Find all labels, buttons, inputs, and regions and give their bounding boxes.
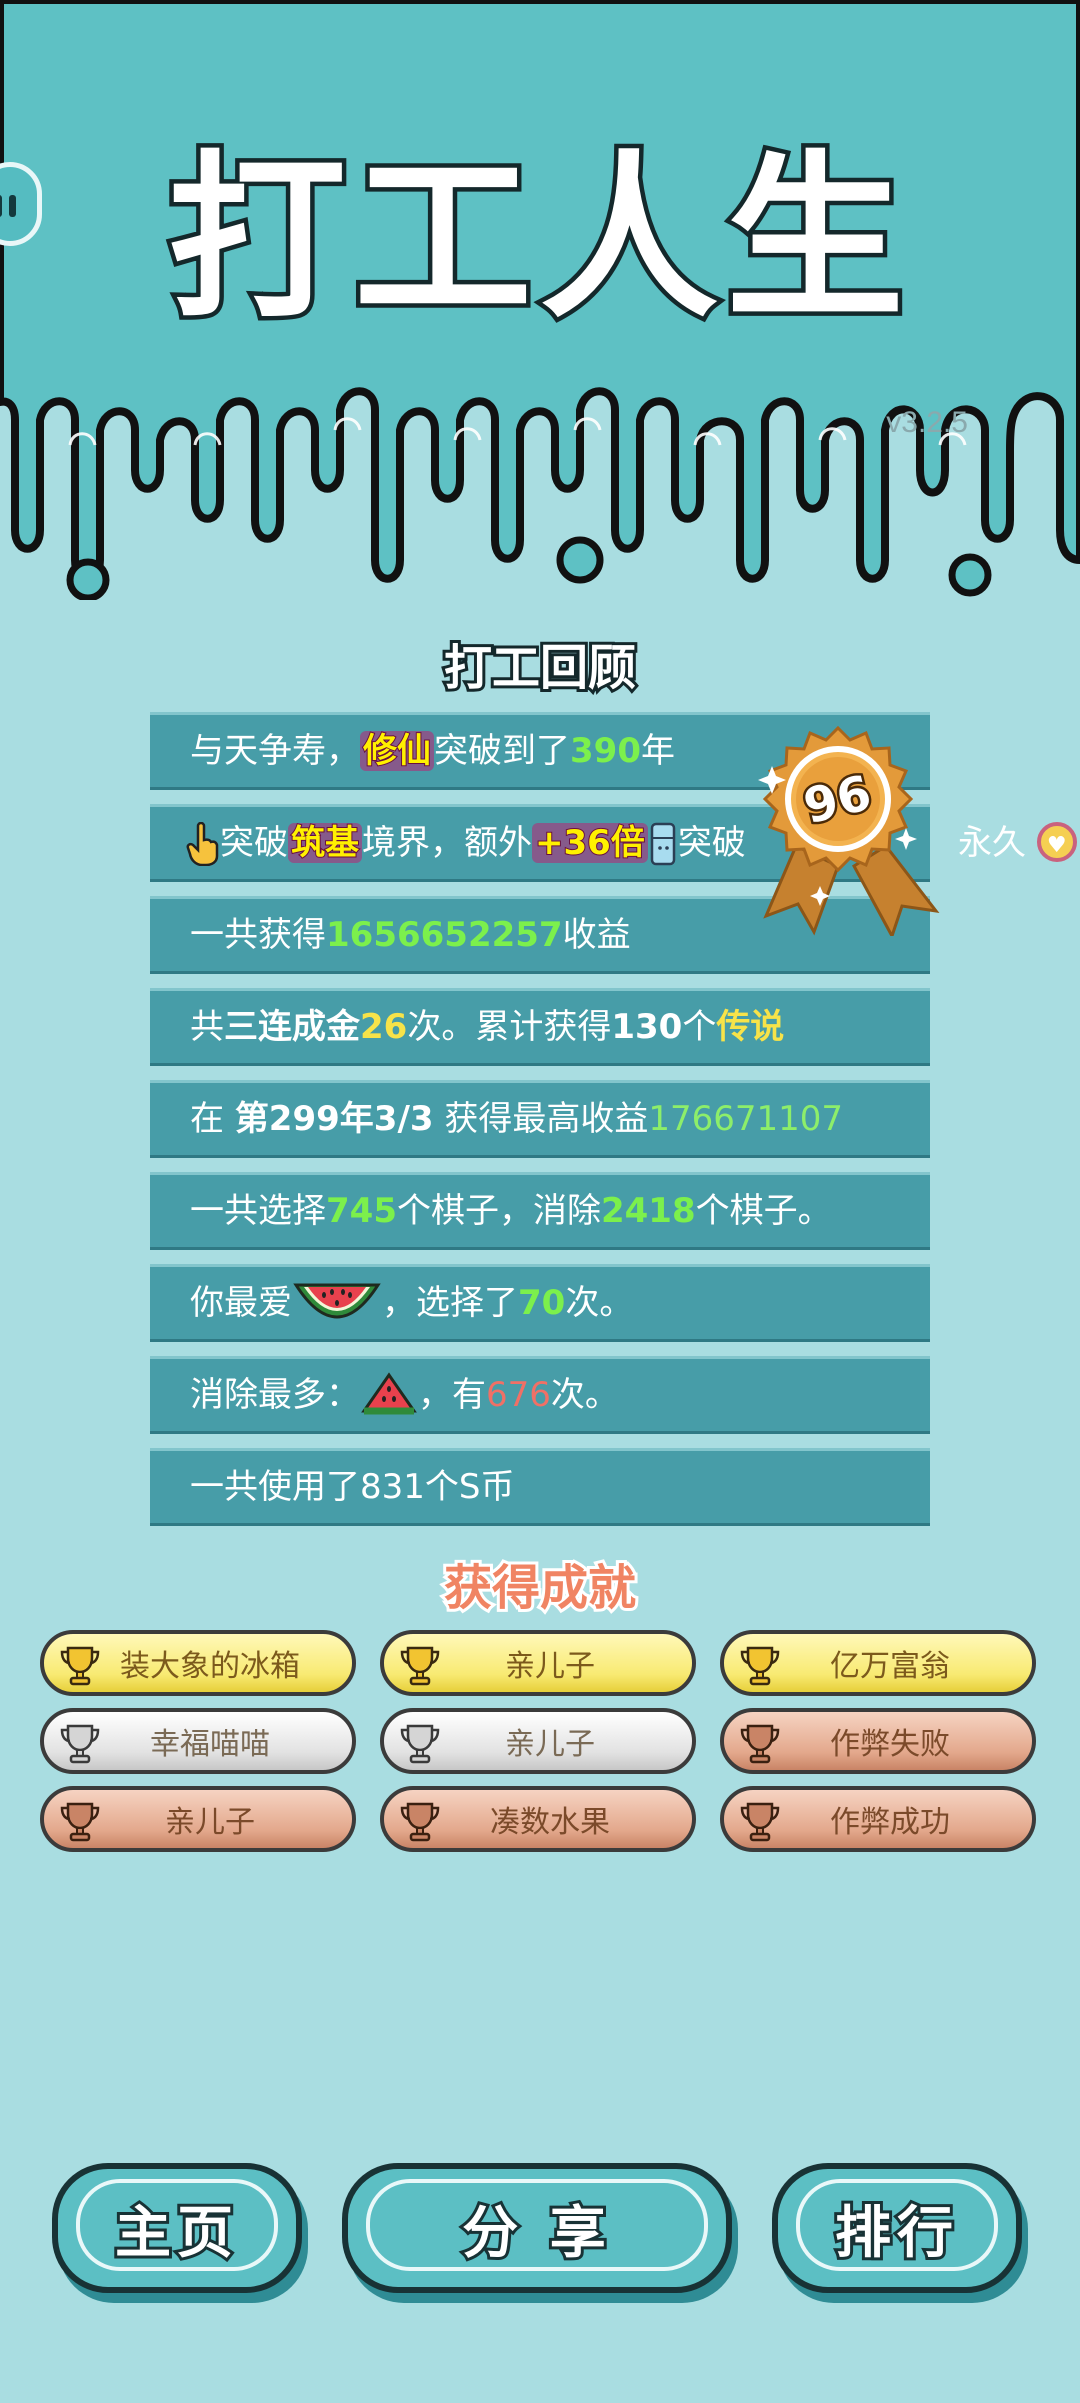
trophy-icon — [740, 1646, 780, 1686]
rank-button[interactable]: 排行 — [772, 2163, 1022, 2293]
achievements-title: 获得成就 — [441, 1557, 639, 1619]
stat-row-coins: 一共使用了831个S币 — [150, 1448, 930, 1526]
permanent-label: 永久 — [958, 807, 1077, 882]
share-button[interactable]: 分 享 — [342, 2163, 732, 2293]
watermelon-slice-icon — [360, 1370, 418, 1416]
achievement-item[interactable]: 作弊成功 — [720, 1786, 1036, 1852]
trophy-icon — [60, 1802, 100, 1842]
home-button[interactable]: 主页 — [52, 2163, 302, 2293]
review-title: 打工回顾 — [441, 637, 639, 699]
achievements-grid: 装大象的冰箱 亲儿子 亿万富翁 幸福喵喵 亲儿子 作弊失败 亲儿子 凑数水果 作… — [40, 1630, 1040, 1852]
trophy-icon — [400, 1802, 440, 1842]
achievement-item[interactable]: 亲儿子 — [380, 1708, 696, 1774]
achievement-item[interactable]: 亲儿子 — [40, 1786, 356, 1852]
achievement-item[interactable]: 幸福喵喵 — [40, 1708, 356, 1774]
trophy-icon — [60, 1724, 100, 1764]
trophy-icon — [60, 1646, 100, 1686]
achievement-item[interactable]: 凑数水果 — [380, 1786, 696, 1852]
stat-row-max-income: 在 第299年3/3 获得最高收益176671107 — [150, 1080, 930, 1158]
trophy-icon — [740, 1724, 780, 1764]
trophy-icon — [740, 1802, 780, 1842]
version-label: v3.2.5 — [886, 406, 968, 439]
game-title: 打工人生 — [164, 135, 912, 342]
stat-row-pieces: 一共选择745个棋子，消除2418个棋子。 — [150, 1172, 930, 1250]
trophy-icon — [400, 1724, 440, 1764]
achievement-item[interactable]: 装大象的冰箱 — [40, 1630, 356, 1696]
trophy-icon — [400, 1646, 440, 1686]
stat-row-triple-gold: 共三连成金26次。累计获得130个传说 — [150, 988, 930, 1066]
medal-icon: 96 — [758, 725, 940, 936]
achievement-item[interactable]: 亲儿子 — [380, 1630, 696, 1696]
stat-row-favorite: 你最爱 ，选择了70次。 — [150, 1264, 930, 1342]
heart-coin-icon — [1036, 810, 1077, 882]
fridge-icon — [650, 819, 676, 865]
pointing-hand-icon — [186, 819, 220, 866]
achievement-item[interactable]: 亿万富翁 — [720, 1630, 1036, 1696]
stat-row-most-removed: 消除最多： ，有676次。 — [150, 1356, 930, 1434]
achievement-item[interactable]: 作弊失败 — [720, 1708, 1036, 1774]
watermelon-icon — [292, 1278, 382, 1324]
